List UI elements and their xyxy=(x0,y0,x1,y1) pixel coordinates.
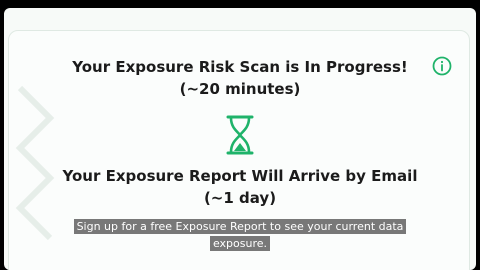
caption-line-2: exposure. xyxy=(209,236,271,251)
hourglass-icon xyxy=(226,115,254,155)
report-duration: (~1 day) xyxy=(203,189,277,207)
report-arrival-title: Your Exposure Report Will Arrive by Emai… xyxy=(62,167,418,185)
scan-duration: (~20 minutes) xyxy=(179,80,301,98)
caption-line-1: Sign up for a free Exposure Report to se… xyxy=(73,219,407,234)
scan-progress-title: Your Exposure Risk Scan is In Progress! xyxy=(72,58,408,76)
caption-overlay: Sign up for a free Exposure Report to se… xyxy=(72,218,408,252)
